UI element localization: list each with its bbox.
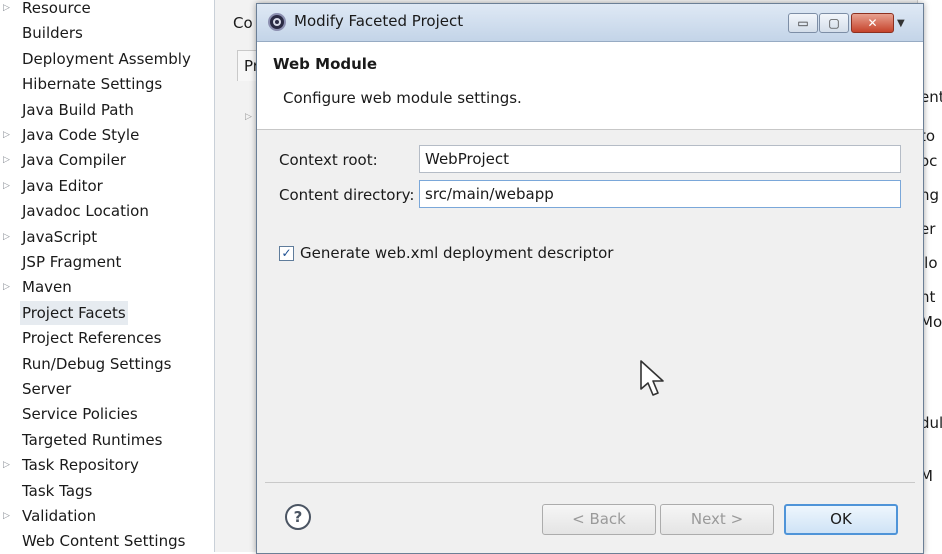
sidebar-item-label: Targeted Runtimes: [22, 430, 163, 449]
sidebar-item-label: JavaScript: [22, 227, 98, 246]
help-icon[interactable]: ?: [285, 504, 311, 530]
dialog-title: Modify Faceted Project: [294, 12, 464, 30]
sidebar-item-label: Project Facets: [20, 300, 128, 325]
sidebar-item-label: Task Repository: [22, 456, 139, 475]
expand-arrow-icon[interactable]: ▷: [3, 504, 15, 528]
sidebar-item-label: JSP Fragment: [22, 253, 122, 271]
sidebar-item-label: Deployment Assembly: [22, 49, 191, 68]
web-module-settings: Context root: Content directory: ✓ Gener…: [265, 134, 915, 479]
expand-arrow-icon[interactable]: ▷: [3, 174, 15, 198]
expand-arrow-icon[interactable]: ▷: [3, 453, 15, 477]
modify-faceted-project-dialog: Modify Faceted Project ▭ ▢ ✕ ▼ Web Modul…: [256, 3, 924, 554]
dialog-titlebar[interactable]: Modify Faceted Project ▭ ▢ ✕ ▼: [257, 4, 923, 42]
content-directory-field[interactable]: [419, 180, 901, 208]
dialog-banner: Web Module Configure web module settings…: [257, 42, 923, 130]
maximize-button[interactable]: ▢: [819, 13, 849, 33]
sidebar-item-label: Service Policies: [22, 405, 138, 424]
mouse-cursor-icon: [640, 360, 664, 396]
sidebar-item-label: Web Content Settings: [22, 532, 186, 551]
content-directory-label: Content directory:: [279, 186, 415, 204]
properties-nav-tree: ▷ Resource Builders Deployment Assembly Hibe…: [0, 0, 215, 552]
back-button[interactable]: < Back: [542, 504, 656, 535]
expand-arrow-icon[interactable]: ▷: [3, 225, 15, 249]
expand-arrow-icon[interactable]: ▷: [3, 123, 15, 147]
sidebar-item-label: Java Compiler: [22, 151, 126, 170]
eclipse-icon: [268, 13, 286, 31]
expand-arrow-icon[interactable]: ▷: [245, 112, 252, 122]
sidebar-item-label: Server: [22, 380, 72, 398]
generate-web-xml-label[interactable]: Generate web.xml deployment descriptor: [300, 244, 613, 262]
expand-arrow-icon[interactable]: ▷: [3, 275, 15, 299]
sidebar-item-label: Validation: [22, 507, 97, 525]
page-heading-fragment: Co: [233, 14, 253, 32]
banner-description: Configure web module settings.: [283, 89, 522, 107]
sidebar-item-label: Javadoc Location: [22, 202, 149, 221]
sidebar-item-label: Resource: [22, 0, 91, 17]
sidebar-item-label: Project References: [22, 329, 162, 348]
sidebar-item-label: Run/Debug Settings: [22, 354, 172, 373]
sidebar-item-label: Maven: [22, 278, 72, 297]
generate-web-xml-checkbox[interactable]: ✓: [279, 246, 294, 261]
context-root-label: Context root:: [279, 151, 378, 169]
chevron-down-icon[interactable]: ▼: [897, 18, 905, 29]
expand-arrow-icon[interactable]: ▷: [3, 148, 15, 172]
context-root-field[interactable]: [419, 145, 901, 173]
minimize-button[interactable]: ▭: [788, 13, 818, 33]
footer-divider: [265, 482, 915, 483]
sidebar-item-label: Java Code Style: [22, 126, 140, 144]
next-button[interactable]: Next >: [660, 504, 774, 535]
sidebar-item-label: Hibernate Settings: [22, 75, 163, 94]
banner-title: Web Module: [273, 55, 378, 73]
ok-button[interactable]: OK: [784, 504, 898, 535]
sidebar-item-label: Java Build Path: [22, 100, 134, 119]
expand-arrow-icon[interactable]: ▷: [3, 0, 15, 20]
sidebar-item-label: Task Tags: [22, 481, 93, 500]
sidebar-item-label: Builders: [22, 24, 83, 43]
sidebar-item-label: Java Editor: [22, 176, 103, 195]
close-button[interactable]: ✕: [851, 13, 894, 33]
